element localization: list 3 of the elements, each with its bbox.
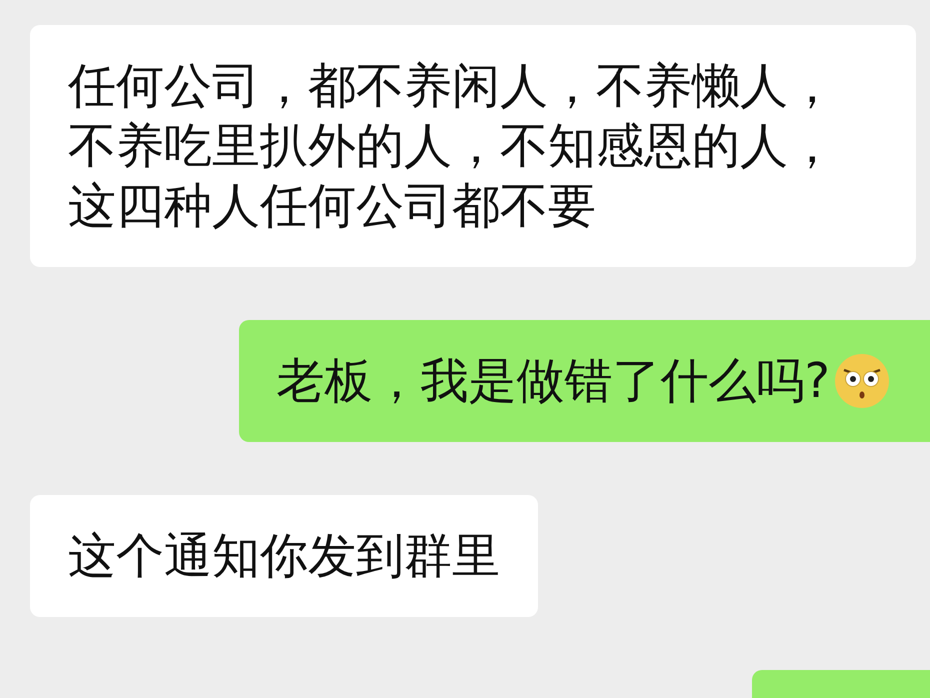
message-text: 这个通知你发到群里 [68, 527, 500, 586]
message-text: 任何公司，都不养闲人，不养懒人，不养吃里扒外的人，不知感恩的人，这四种人任何公司都不要 [68, 57, 837, 236]
message-text: 老板，我是做错了什么吗? [276, 352, 830, 411]
